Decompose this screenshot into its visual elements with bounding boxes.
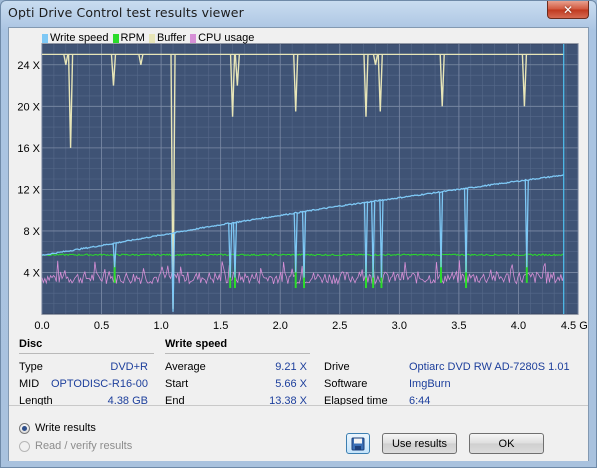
x-tick-label: 0.0 xyxy=(34,320,49,332)
x-tick-label: 1.5 xyxy=(213,320,228,332)
close-button[interactable]: ✕ xyxy=(547,1,589,19)
software-value: ImgBurn xyxy=(409,378,451,390)
disc-mid-value: OPTODISC-R16-00 xyxy=(51,378,148,390)
radio-selected-icon xyxy=(19,422,30,434)
y-tick-label: 4 X xyxy=(23,267,40,279)
disc-type-value: DVD+R xyxy=(110,361,148,373)
x-tick-label: 3.5 xyxy=(451,320,466,332)
title-bar: Opti Drive Control test results viewer ✕ xyxy=(1,1,596,25)
close-icon: ✕ xyxy=(562,2,574,17)
radio-unselected-icon xyxy=(19,440,30,452)
write-speed-header: Write speed xyxy=(165,338,228,350)
client-area: Write speed RPM Buffer CPU usage 0.0 0.5 1… xyxy=(8,27,589,461)
disc-divider xyxy=(19,353,154,354)
stats-panel: Disc Type DVD+R MID OPTODISC-R16-00 Leng… xyxy=(9,333,588,407)
read-verify-results-radio[interactable]: Read / verify results xyxy=(19,440,132,452)
x-tick-label: 3.0 xyxy=(392,320,407,332)
use-results-button[interactable]: Use results xyxy=(382,433,457,454)
save-button[interactable] xyxy=(346,433,370,454)
disc-type-label: Type xyxy=(19,361,43,373)
x-tick-label: 2.5 xyxy=(332,320,347,332)
y-tick-label: 20 X xyxy=(17,101,40,113)
write-speed-divider xyxy=(165,353,310,354)
speed-chart: 0.0 0.5 1.0 1.5 2.0 2.5 3.0 3.5 4.0 4.5 GB 4 X 8 X 1… xyxy=(17,43,588,332)
write-results-radio[interactable]: Write results xyxy=(19,422,96,434)
read-verify-results-label: Read / verify results xyxy=(35,440,133,452)
y-tick-label: 8 X xyxy=(23,226,40,238)
disc-mid-label: MID xyxy=(19,378,40,390)
software-label: Software xyxy=(324,378,368,390)
drive-label: Drive xyxy=(324,361,350,373)
start-label: Start xyxy=(165,378,189,390)
drive-value: Optiarc DVD RW AD-7280S 1.01 xyxy=(409,361,570,373)
chart-panel: Write speed RPM Buffer CPU usage 0.0 0.5 1… xyxy=(9,28,588,332)
y-tick-label: 12 X xyxy=(17,184,40,196)
ok-button[interactable]: OK xyxy=(469,433,544,454)
average-label: Average xyxy=(165,361,206,373)
write-results-label: Write results xyxy=(35,422,96,434)
x-tick-label: 2.0 xyxy=(273,320,288,332)
y-tick-label: 16 X xyxy=(17,143,40,155)
x-tick-label: 4.5 GB xyxy=(561,320,588,332)
x-tick-label: 0.5 xyxy=(94,320,109,332)
window-title: Opti Drive Control test results viewer xyxy=(8,5,244,20)
bottom-panel: Write results Read / verify results Use … xyxy=(9,405,588,461)
disc-header: Disc xyxy=(19,338,43,350)
start-value: 5.66 X xyxy=(275,378,307,390)
floppy-disk-icon xyxy=(351,437,365,450)
x-tick-label: 4.0 xyxy=(511,320,526,332)
y-tick-label: 24 X xyxy=(17,60,40,72)
app-window: Opti Drive Control test results viewer ✕… xyxy=(0,0,597,468)
average-value: 9.21 X xyxy=(275,361,307,373)
x-tick-label: 1.0 xyxy=(153,320,168,332)
